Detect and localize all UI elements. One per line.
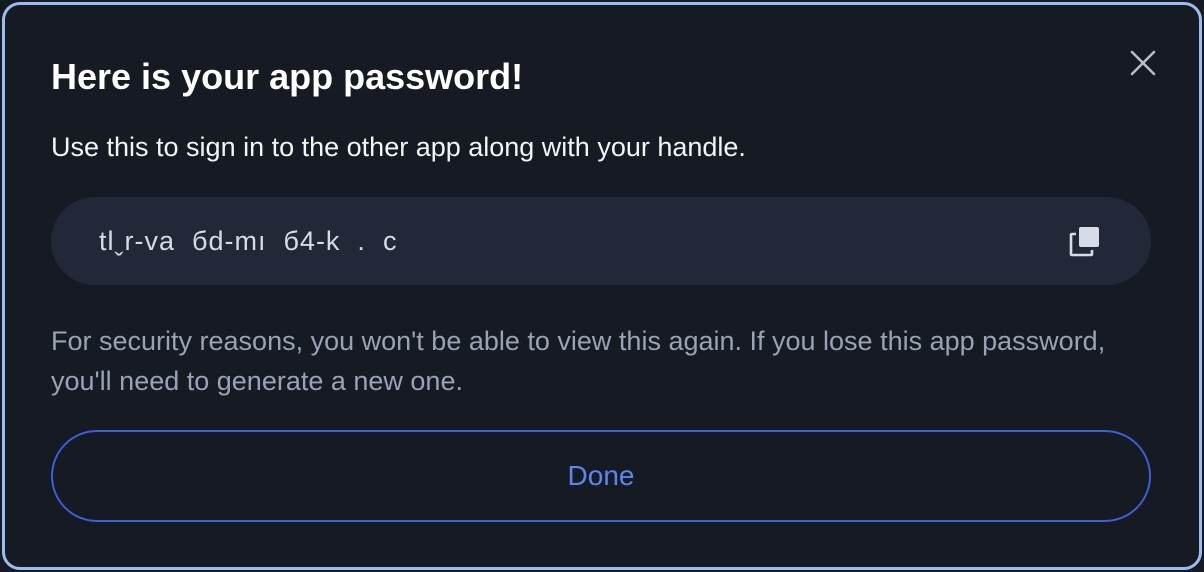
- done-button[interactable]: Done: [51, 430, 1151, 522]
- done-button-label: Done: [567, 460, 635, 491]
- app-password-field[interactable]: tlˬr-va бd-mı б4-k . c: [51, 197, 1151, 285]
- dialog-title: Here is your app password!: [51, 56, 524, 97]
- copy-icon: [1069, 227, 1099, 257]
- copy-button[interactable]: [1067, 223, 1103, 259]
- close-button[interactable]: [1123, 43, 1163, 83]
- close-icon: [1130, 50, 1156, 76]
- app-password-dialog: Here is your app password! Use this to s…: [2, 2, 1202, 570]
- app-password-value[interactable]: tlˬr-va бd-mı б4-k . c: [99, 221, 397, 261]
- security-warning: For security reasons, you won't be able …: [51, 326, 1106, 396]
- dialog-subtitle: Use this to sign in to the other app alo…: [51, 132, 746, 162]
